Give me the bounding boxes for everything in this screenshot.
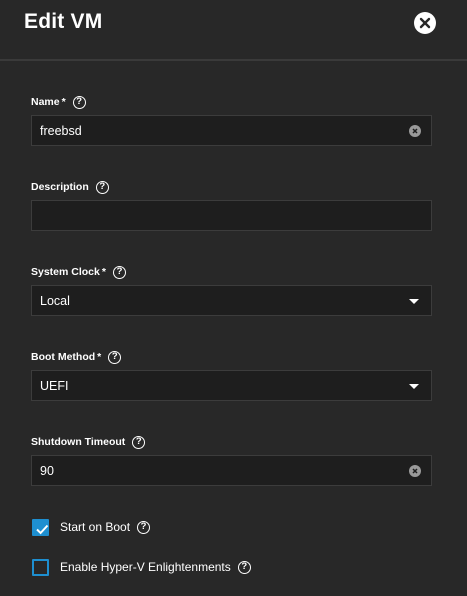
help-icon[interactable]: ? <box>137 520 151 534</box>
dialog-header: Edit VM <box>0 0 467 61</box>
hyperv-row: Enable Hyper-V Enlightenments ? <box>32 558 251 576</box>
boot-method-select[interactable]: UEFI <box>31 370 432 401</box>
boot-method-selected: UEFI <box>40 379 69 393</box>
required-marker: * <box>97 351 102 363</box>
description-label-row: Description ? <box>31 179 109 195</box>
help-icon[interactable]: ? <box>72 95 86 109</box>
hyperv-checkbox[interactable] <box>32 558 49 576</box>
checkmark-icon <box>36 524 49 534</box>
clear-icon[interactable] <box>409 465 421 477</box>
name-label-row: Name * ? <box>31 94 86 110</box>
boot-method-label-row: Boot Method * ? <box>31 349 122 365</box>
system-clock-label-row: System Clock * ? <box>31 264 126 280</box>
shutdown-timeout-label: Shutdown Timeout <box>31 436 126 448</box>
dropdown-arrow-icon <box>409 384 419 389</box>
help-icon[interactable]: ? <box>132 435 146 449</box>
system-clock-label: System Clock <box>31 266 100 278</box>
description-input[interactable] <box>31 200 432 231</box>
help-icon[interactable]: ? <box>108 350 122 364</box>
dialog-title: Edit VM <box>24 10 103 33</box>
description-label: Description <box>31 181 89 193</box>
edit-vm-dialog: Edit VM Name * ? freebsd Description ? S… <box>0 0 467 596</box>
help-icon[interactable]: ? <box>112 265 126 279</box>
system-clock-select[interactable]: Local <box>31 285 432 316</box>
shutdown-timeout-value: 90 <box>40 464 54 478</box>
start-on-boot-checkbox[interactable] <box>32 518 49 536</box>
boot-method-label: Boot Method <box>31 351 96 363</box>
close-button[interactable] <box>414 12 436 34</box>
help-icon[interactable]: ? <box>95 180 109 194</box>
shutdown-timeout-input[interactable]: 90 <box>31 455 432 486</box>
required-marker: * <box>101 266 106 278</box>
start-on-boot-label: Start on Boot <box>60 520 131 534</box>
clear-icon[interactable] <box>409 125 421 137</box>
dropdown-arrow-icon <box>409 299 419 304</box>
help-icon[interactable]: ? <box>237 560 251 574</box>
name-input-value: freebsd <box>40 124 82 138</box>
hyperv-label: Enable Hyper-V Enlightenments <box>60 560 231 574</box>
name-input[interactable]: freebsd <box>31 115 432 146</box>
name-label: Name <box>31 96 60 108</box>
close-icon <box>419 17 431 29</box>
start-on-boot-row: Start on Boot ? <box>32 518 151 536</box>
shutdown-timeout-label-row: Shutdown Timeout ? <box>31 434 146 450</box>
system-clock-selected: Local <box>40 294 70 308</box>
required-marker: * <box>61 96 66 108</box>
